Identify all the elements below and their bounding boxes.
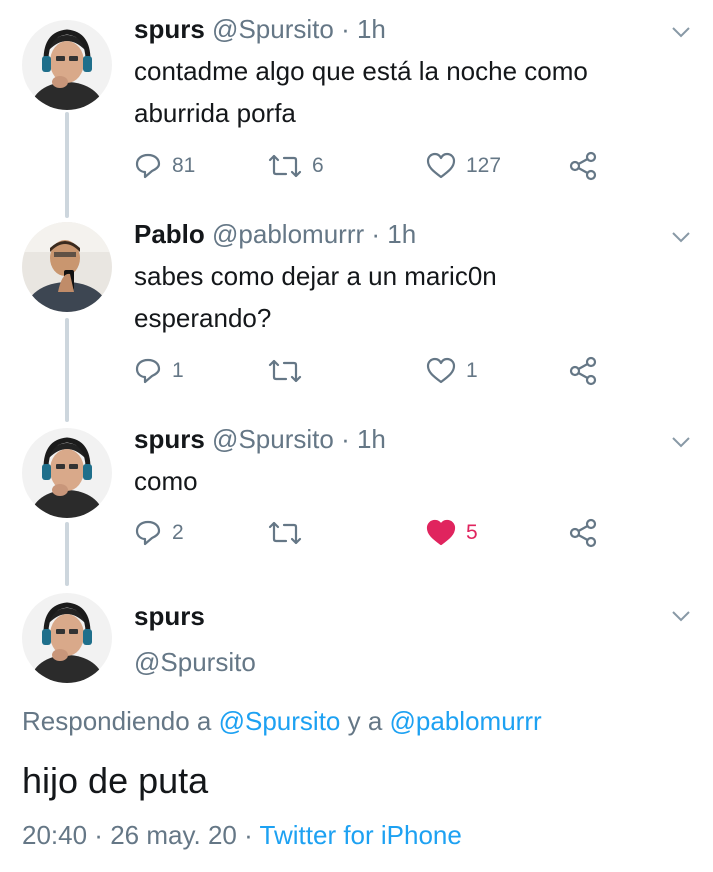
avatar[interactable]: [22, 428, 112, 518]
retweet-icon: [268, 521, 302, 545]
avatar[interactable]: [22, 20, 112, 110]
tweet-text-line: sabes como dejar a un maric0n: [134, 261, 497, 291]
timestamp[interactable]: 1h: [387, 219, 416, 249]
chevron-down-icon[interactable]: [671, 231, 691, 243]
reply-count: 1: [172, 359, 184, 382]
chevron-down-icon[interactable]: [671, 436, 691, 448]
tweet-text-line: aburrida porfa: [134, 98, 296, 128]
tweet-text: contadme algo que está la noche como abu…: [134, 50, 674, 134]
main-tweet-text: hijo de puta: [22, 760, 209, 801]
action-bar: 2 5: [134, 518, 614, 548]
chevron-down-icon[interactable]: [671, 26, 691, 38]
share-icon: [569, 518, 597, 548]
replying-to: Respondiendo a @Spursito y a @pablomurrr: [22, 706, 542, 737]
like-count: 127: [466, 154, 502, 177]
author-handle[interactable]: @Spursito: [212, 14, 334, 44]
author-handle[interactable]: @Spursito: [212, 424, 334, 454]
reply-button[interactable]: 2: [134, 518, 184, 548]
separator: ·: [341, 424, 350, 454]
share-button[interactable]: [568, 356, 598, 386]
chevron-down-icon[interactable]: [671, 610, 691, 622]
separator: ·: [87, 820, 111, 850]
share-icon: [569, 356, 597, 386]
reply-button[interactable]: 81: [134, 151, 195, 181]
author-name[interactable]: Pablo: [134, 219, 205, 249]
replying-connector: y a: [340, 706, 390, 736]
retweet-button[interactable]: [268, 518, 312, 548]
like-button[interactable]: 5: [426, 518, 478, 548]
reply-count: 81: [172, 154, 196, 177]
retweet-button[interactable]: 6: [268, 151, 324, 181]
tweet[interactable]: Pablo @pablomurrr · 1h sabes como dejar …: [0, 205, 713, 405]
retweet-count: 6: [312, 154, 324, 177]
separator: ·: [371, 219, 381, 249]
like-count: 5: [466, 521, 478, 544]
reply-icon: [135, 153, 161, 179]
retweet-button[interactable]: [268, 356, 312, 386]
timestamp[interactable]: 1h: [357, 424, 386, 454]
tweet-date[interactable]: 26 may. 20: [110, 820, 237, 850]
tweet-text-line: como: [134, 466, 198, 496]
mention-link[interactable]: @Spursito: [219, 706, 341, 736]
reply-count: 2: [172, 521, 184, 544]
like-icon: [426, 519, 456, 546]
tweet-source-link[interactable]: Twitter for iPhone: [260, 820, 462, 850]
author-handle[interactable]: @pablomurrr: [212, 219, 364, 249]
tweet-text: sabes como dejar a un maric0n esperando?: [134, 255, 674, 339]
separator: ·: [236, 820, 260, 850]
tweet-meta: 20:40 · 26 may. 20 · Twitter for iPhone: [22, 820, 462, 851]
share-button[interactable]: [568, 518, 598, 548]
like-icon: [426, 152, 456, 179]
tweet[interactable]: spurs @Spursito · 1h contadme algo que e…: [0, 0, 713, 200]
separator: ·: [341, 14, 350, 44]
share-button[interactable]: [568, 151, 598, 181]
tweet[interactable]: spurs @Spursito · 1h como 2 5: [0, 410, 713, 570]
action-bar: 81 6 127: [134, 151, 614, 181]
like-button[interactable]: 1: [426, 356, 478, 386]
author-name[interactable]: spurs: [134, 14, 205, 44]
main-avatar[interactable]: [22, 593, 112, 683]
replying-prefix: Respondiendo a: [22, 706, 219, 736]
timestamp[interactable]: 1h: [357, 14, 386, 44]
like-count: 1: [466, 359, 478, 382]
retweet-icon: [268, 154, 302, 178]
mention-link[interactable]: @pablomurrr: [390, 706, 542, 736]
tweet-time[interactable]: 20:40: [22, 820, 87, 850]
reply-icon: [135, 520, 161, 546]
main-author-handle[interactable]: @Spursito: [134, 647, 256, 678]
like-button[interactable]: 127: [426, 151, 501, 181]
author-name[interactable]: spurs: [134, 424, 205, 454]
tweet-text-line: esperando?: [134, 303, 272, 333]
tweet-text: como: [134, 460, 674, 502]
tweet-text-line: contadme algo que está la noche como: [134, 56, 588, 86]
reply-button[interactable]: 1: [134, 356, 184, 386]
retweet-icon: [268, 359, 302, 383]
like-icon: [426, 357, 456, 384]
action-bar: 1 1: [134, 356, 614, 386]
avatar[interactable]: [22, 222, 112, 312]
main-author-name[interactable]: spurs: [134, 601, 205, 632]
share-icon: [569, 151, 597, 181]
reply-icon: [135, 358, 161, 384]
